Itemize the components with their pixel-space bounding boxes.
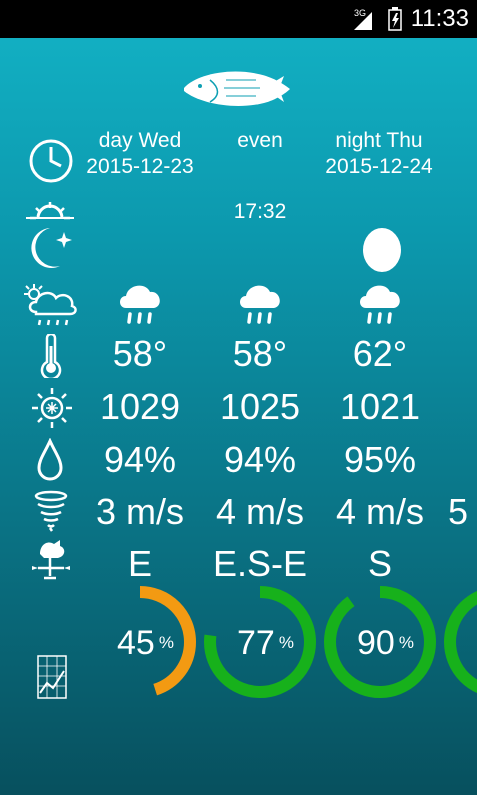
col3-pressure: 1021 [339,386,421,427]
col3-date-label: 2015-12-24 [325,155,433,178]
col2-wind: 4 m/s [215,491,304,532]
moon-phase-icon [363,228,401,272]
rain-cloud-icon [240,285,280,324]
col3-direction: S [367,543,392,584]
col4-wind-partial: 5 [448,492,469,532]
pressure-sun-icon [32,388,72,428]
weather-icon [24,284,77,326]
col2-humidity: 94% [223,439,297,480]
col2-label: even [237,129,283,152]
tornado-icon [34,490,68,532]
clock-icon [29,139,73,183]
col1-wind: 3 m/s [95,491,184,532]
chart-icon[interactable] [37,655,67,699]
status-bar: 3G 11:33 [0,0,477,38]
col3-gauge-label: 90% [357,624,414,662]
rain-cloud-icon [360,285,400,324]
col3-wind: 4 m/s [335,491,424,532]
signal-battery-icons: 3G [354,7,402,31]
humidity-drop-icon [37,438,63,481]
network-type-label: 3G [354,8,366,18]
app-screen: 3G 11:33 day Wed 2015-12-23 even night T… [0,0,477,795]
col1-date-label: 2015-12-23 [86,155,194,178]
col1-direction: E [127,543,152,584]
col2-temp: 58° [232,333,288,374]
sun-moon-icon [26,202,74,268]
col1-day-label: day Wed [98,129,182,152]
col1-gauge-label: 45% [117,624,174,662]
col2-pressure: 1025 [219,386,301,427]
col3-day-label: night Thu [335,129,423,152]
col2-direction: E.S-E [212,543,308,584]
col1-humidity: 94% [103,439,177,480]
col1-temp: 58° [112,333,168,374]
col1-pressure: 1029 [99,386,181,427]
fish-icon [184,71,290,106]
col2-gauge-label: 77% [237,624,294,662]
col3-humidity: 95% [343,439,417,480]
rain-cloud-icon [120,285,160,324]
time-label: 17:32 [233,200,287,223]
status-time: 11:33 [410,5,469,32]
weathervane-icon [32,540,70,580]
col3-temp: 62° [352,333,408,374]
thermometer-icon [40,334,62,378]
col4-gauge-arc-partial [444,590,477,694]
